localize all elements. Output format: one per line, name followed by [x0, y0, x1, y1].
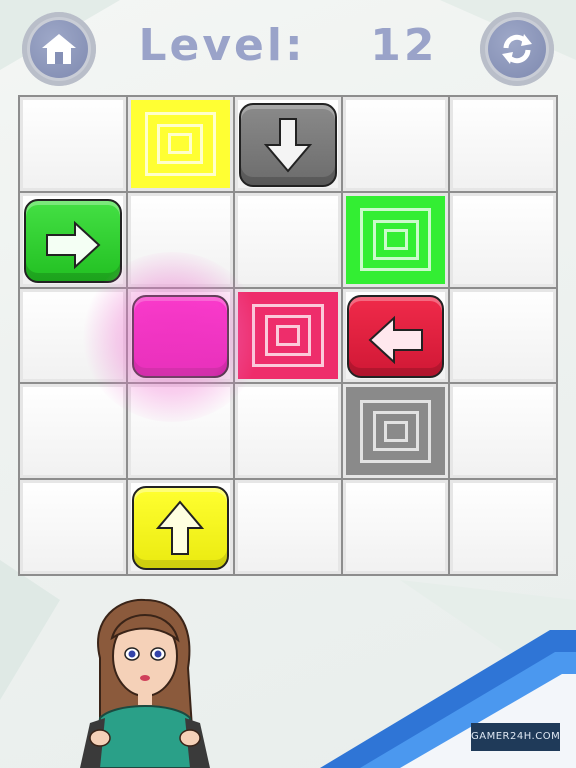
board-cell[interactable] [235, 97, 341, 191]
board-cell[interactable] [20, 97, 126, 191]
board-cell[interactable] [450, 480, 556, 574]
board-cell[interactable] [20, 192, 126, 287]
block-red[interactable] [346, 294, 445, 379]
target-ring [383, 420, 408, 442]
restart-button[interactable] [480, 12, 554, 86]
board-cell[interactable] [450, 384, 556, 479]
watermark: GAMER24H.COM [471, 723, 560, 751]
game-board [18, 95, 558, 576]
board-cell[interactable] [127, 384, 234, 479]
arrow-left-icon [368, 316, 423, 365]
board-cell[interactable] [342, 384, 449, 479]
board-cell[interactable] [342, 480, 449, 574]
board-cell[interactable] [342, 192, 449, 287]
block-yellow[interactable] [131, 486, 230, 570]
board-cell[interactable] [450, 192, 556, 287]
target-ring [383, 229, 408, 251]
board-cell[interactable] [450, 288, 556, 383]
board-cell[interactable] [235, 192, 341, 287]
target-ring [276, 324, 300, 347]
arrow-up-icon [156, 500, 205, 556]
board-cell[interactable] [342, 288, 449, 383]
board-cell[interactable] [20, 480, 126, 574]
board-cell[interactable] [127, 288, 234, 383]
block-green[interactable] [24, 198, 122, 283]
board-cell[interactable] [20, 288, 126, 383]
block-magenta[interactable] [131, 294, 230, 379]
block-gray[interactable] [239, 103, 337, 187]
target-square-green [345, 195, 446, 284]
target-square-red [238, 291, 338, 380]
board-cell[interactable] [342, 97, 449, 191]
character-girl [80, 598, 210, 768]
arrow-down-icon [263, 117, 313, 173]
board-cell[interactable] [127, 192, 234, 287]
board-cell[interactable] [127, 480, 234, 574]
target-square-gray [345, 387, 446, 476]
board-cell[interactable] [450, 97, 556, 191]
restart-icon [488, 20, 546, 78]
arrow-right-icon [45, 220, 101, 269]
target-ring [168, 133, 193, 155]
level-label: Level: [138, 20, 306, 71]
target-square-yellow [130, 100, 231, 188]
board-cell[interactable] [235, 480, 341, 574]
board-cell[interactable] [20, 384, 126, 479]
board-cell[interactable] [235, 288, 341, 383]
board-cell[interactable] [127, 97, 234, 191]
level-number: 12 [370, 20, 438, 71]
board-cell[interactable] [235, 384, 341, 479]
